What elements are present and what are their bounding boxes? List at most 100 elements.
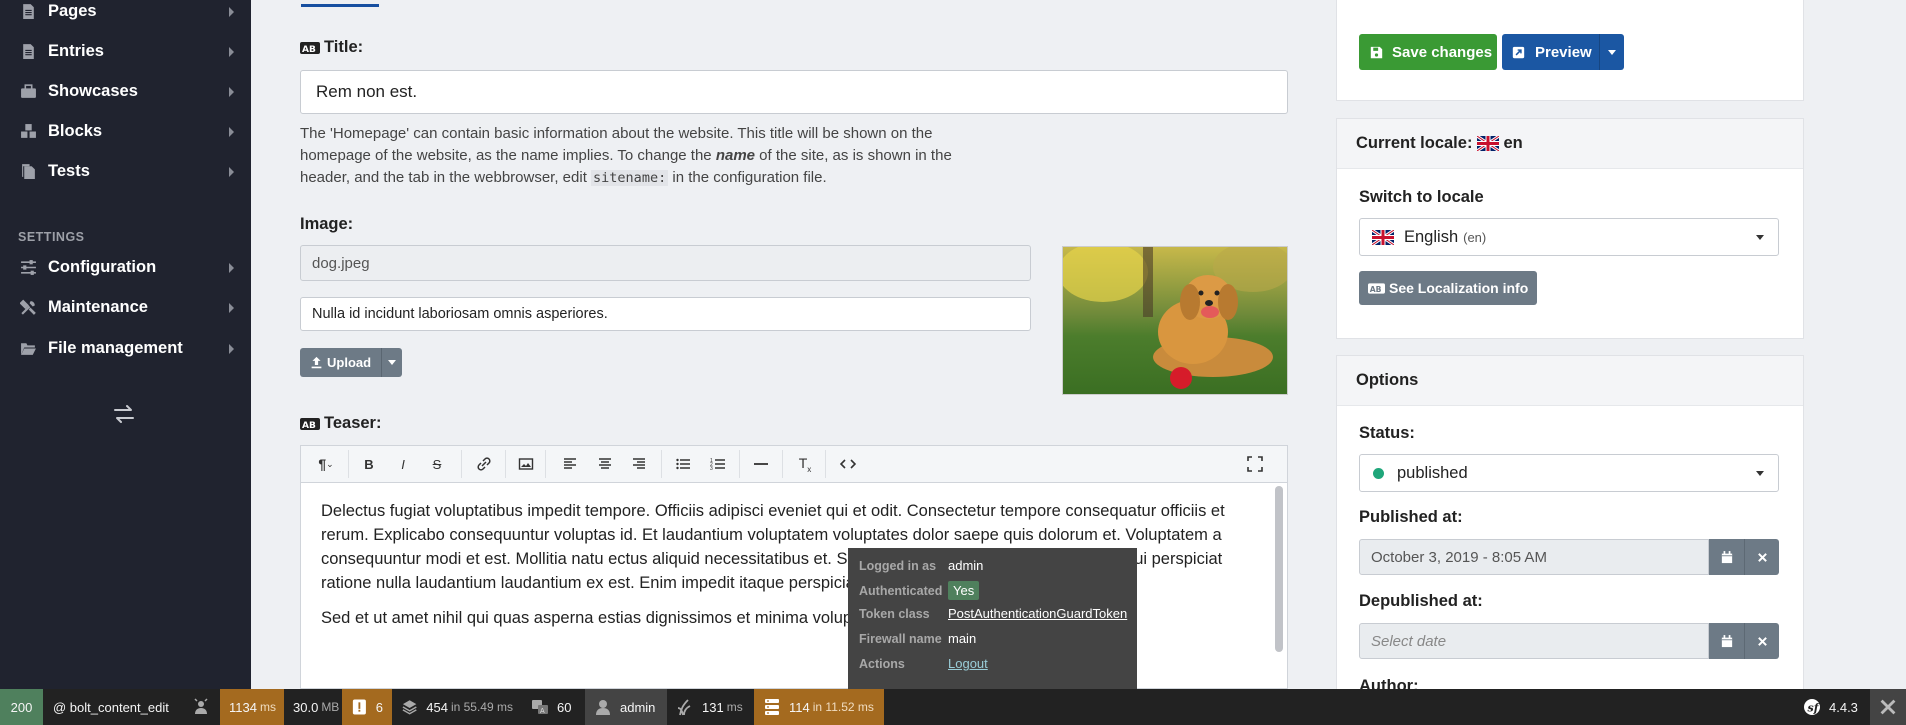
numbered-list-icon[interactable]: 123 [708,455,728,473]
source-code-icon[interactable] [838,455,858,473]
sidebar-item-label: Maintenance [48,297,148,316]
preview-dropdown-toggle[interactable] [1600,49,1624,55]
sidebar-item-maintenance[interactable]: Maintenance [18,294,244,320]
align-left-icon[interactable] [560,455,580,473]
published-clear-button[interactable] [1744,539,1779,575]
sidebar-item-entries[interactable]: Entries [18,38,244,64]
sidebar-item-label: Showcases [48,81,138,100]
image-icon[interactable] [516,455,536,473]
sidebar-item-configuration[interactable]: Configuration [18,254,244,280]
editor-toolbar: ¶ ⌄ B I S 123 Tx [301,446,1287,483]
sidebar-item-tests[interactable]: Tests [18,158,244,184]
caret-down-icon [1756,471,1764,476]
depublished-at-input[interactable]: Select date [1359,623,1709,659]
caret-right-icon [229,87,234,97]
status-select[interactable]: published [1359,454,1779,492]
title-label: AB Title: [300,38,364,56]
symfony-version[interactable]: sf 4.4.3 [1794,689,1870,725]
strikethrough-icon[interactable]: S [427,455,447,473]
security-user[interactable]: admin [585,689,667,725]
symfony-logo-icon: sf [1804,699,1821,715]
main-content: AB Title: Rem non est. The 'Homepage' ca… [251,0,1306,689]
security-tooltip: Logged in as admin Authenticated Yes Token… [848,548,1137,689]
request-icon[interactable] [182,689,220,725]
title-input[interactable]: Rem non est. [300,70,1288,114]
route-name[interactable]: @ bolt_content_edit [43,689,182,725]
sidebar-item-pages[interactable]: Pages [18,0,244,24]
cache-calls[interactable]: 454 in 55.49 ms [392,689,522,725]
actions-card: Save changes Preview [1336,0,1804,101]
bulleted-list-icon[interactable] [673,455,693,473]
localization-info-button[interactable]: AB See Localization info [1359,271,1537,305]
twig-icon [677,699,691,716]
locale-select[interactable]: English (en) [1359,218,1779,256]
save-icon [1370,46,1383,58]
translations-count[interactable]: A 60 [522,689,585,725]
editor-scrollbar[interactable] [1275,486,1283,652]
image-alt-input[interactable]: Nulla id incidunt laboriosam omnis asper… [300,297,1031,331]
sidebar-item-label: Blocks [48,121,103,140]
depublished-calendar-button[interactable] [1709,623,1744,659]
tooltip-row: Token class PostAuthenticationGuardToken [859,606,1128,621]
sidebar-item-showcases[interactable]: Showcases [18,78,244,104]
close-toolbar-button[interactable] [1870,689,1906,725]
upload-button[interactable]: Upload [300,348,402,377]
text-field-icon: AB [300,417,320,430]
caret-right-icon [229,7,234,17]
published-calendar-button[interactable] [1709,539,1744,575]
locale-card: Current locale: en Switch to locale Engl… [1336,118,1804,339]
logout-link[interactable]: Logout [948,656,988,671]
clear-formatting-icon[interactable]: Tx [795,455,815,474]
depublished-clear-button[interactable] [1744,623,1779,659]
token-class-link[interactable]: PostAuthenticationGuardToken [948,606,1127,621]
bold-icon[interactable]: B [359,455,379,473]
image-filename-field[interactable]: dog.jpeg [300,245,1031,281]
align-center-icon[interactable] [595,455,615,473]
published-at-input[interactable]: October 3, 2019 - 8:05 AM [1359,539,1709,575]
align-right-icon[interactable] [629,455,649,473]
database-queries[interactable]: 114 in 11.52 ms [754,689,884,725]
status-dot-icon [1373,467,1384,479]
logs-count[interactable]: 6 [342,689,392,725]
horizontal-rule-icon[interactable] [751,455,771,473]
caret-down-icon [1756,235,1764,240]
close-icon [1880,699,1896,715]
warning-icon [352,699,366,715]
caret-down-icon [388,360,396,365]
calendar-icon [1721,550,1732,563]
tooltip-row: Actions Logout [859,656,988,671]
teaser-editor[interactable]: ¶ ⌄ B I S 123 Tx Delectus fugiat volupta… [300,445,1288,689]
toolbar-divider [739,450,740,478]
image-label: Image: [300,215,354,233]
showcases-icon [18,82,38,100]
svg-text:AB: AB [1370,284,1382,293]
preview-button[interactable]: Preview [1502,34,1624,70]
paragraph-format-icon[interactable]: ¶ ⌄ [316,455,336,473]
sidebar-item-label: Tests [48,161,90,180]
save-changes-button[interactable]: Save changes [1359,34,1497,70]
swap-arrows-icon[interactable] [112,402,136,426]
debug-toolbar: 200 @ bolt_content_edit 1134 ms 30.0 MB 6 … [0,689,1906,725]
title-help-text: The 'Homepage' can contain basic informa… [300,125,952,186]
translation-icon: A [532,700,548,715]
status-label: Status: [1359,424,1415,442]
fullscreen-icon[interactable] [1245,455,1265,473]
italic-icon[interactable]: I [393,455,413,473]
svg-text:A: A [540,708,545,715]
request-time[interactable]: 1134 ms [220,689,284,725]
sidebar-item-label: Configuration [48,257,157,276]
upload-dropdown-toggle[interactable] [382,360,402,365]
sidebar-item-blocks[interactable]: Blocks [18,118,244,144]
current-locale-header: Current locale: en [1337,119,1803,169]
status-code[interactable]: 200 [0,689,43,725]
close-icon [1757,636,1767,646]
link-icon[interactable] [474,455,494,473]
svg-text:AB: AB [302,421,316,430]
entries-icon [18,42,38,60]
tooltip-row: Firewall name main [859,631,977,646]
memory-usage[interactable]: 30.0 MB [284,689,342,725]
twig-render-time[interactable]: 131 ms [667,689,754,725]
caret-right-icon [229,167,234,177]
caret-right-icon [229,263,234,273]
sidebar-item-file-management[interactable]: File management [18,335,244,361]
